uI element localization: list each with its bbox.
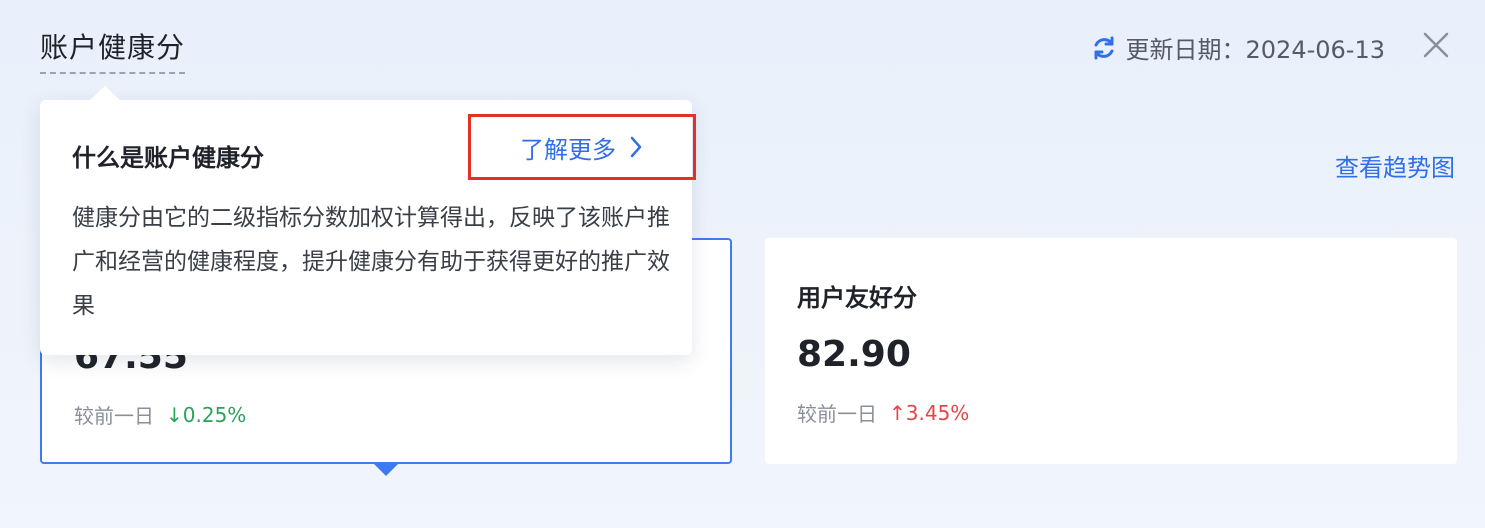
panel-title[interactable]: 账户健康分	[40, 26, 186, 74]
arrow-down-icon: ↓	[166, 402, 183, 427]
learn-more-link[interactable]: 了解更多	[468, 114, 696, 180]
update-info: 更新日期：2024-06-13	[1090, 30, 1385, 65]
selected-pointer	[372, 462, 400, 476]
card-compare: 较前一日 ↓0.25%	[74, 400, 246, 429]
close-icon	[1423, 32, 1449, 58]
chevron-right-icon	[630, 136, 642, 158]
compare-label: 较前一日	[74, 404, 154, 428]
tooltip-body: 健康分由它的二级指标分数加权计算得出，反映了该账户推广和经营的健康程度，提升健康…	[72, 205, 670, 319]
delta-value: ↓0.25%	[166, 403, 246, 427]
arrow-up-icon: ↑	[889, 400, 906, 425]
view-trend-link[interactable]: 查看趋势图	[1335, 148, 1455, 183]
card-value: 82.90	[797, 334, 911, 375]
close-button[interactable]	[1421, 30, 1451, 60]
tooltip-arrow	[89, 86, 121, 101]
compare-label: 较前一日	[797, 402, 877, 426]
card-compare: 较前一日 ↑3.45%	[797, 398, 969, 427]
health-score-tooltip: 什么是账户健康分 了解更多 健康分由它的二级指标分数加权计算得出，反映了该账户推…	[40, 100, 696, 355]
delta-text: 0.25%	[182, 402, 247, 427]
learn-more-label: 了解更多	[520, 135, 616, 164]
delta-text: 3.45%	[905, 400, 970, 425]
delta-value: ↑3.45%	[889, 401, 969, 425]
refresh-icon[interactable]	[1090, 34, 1118, 62]
update-date: 更新日期：2024-06-13	[1125, 36, 1385, 64]
card-name: 用户友好分	[797, 284, 917, 312]
tooltip-title: 什么是账户健康分	[72, 144, 264, 172]
user-friendly-card[interactable]: 用户友好分 82.90 较前一日 ↑3.45%	[765, 238, 1457, 464]
